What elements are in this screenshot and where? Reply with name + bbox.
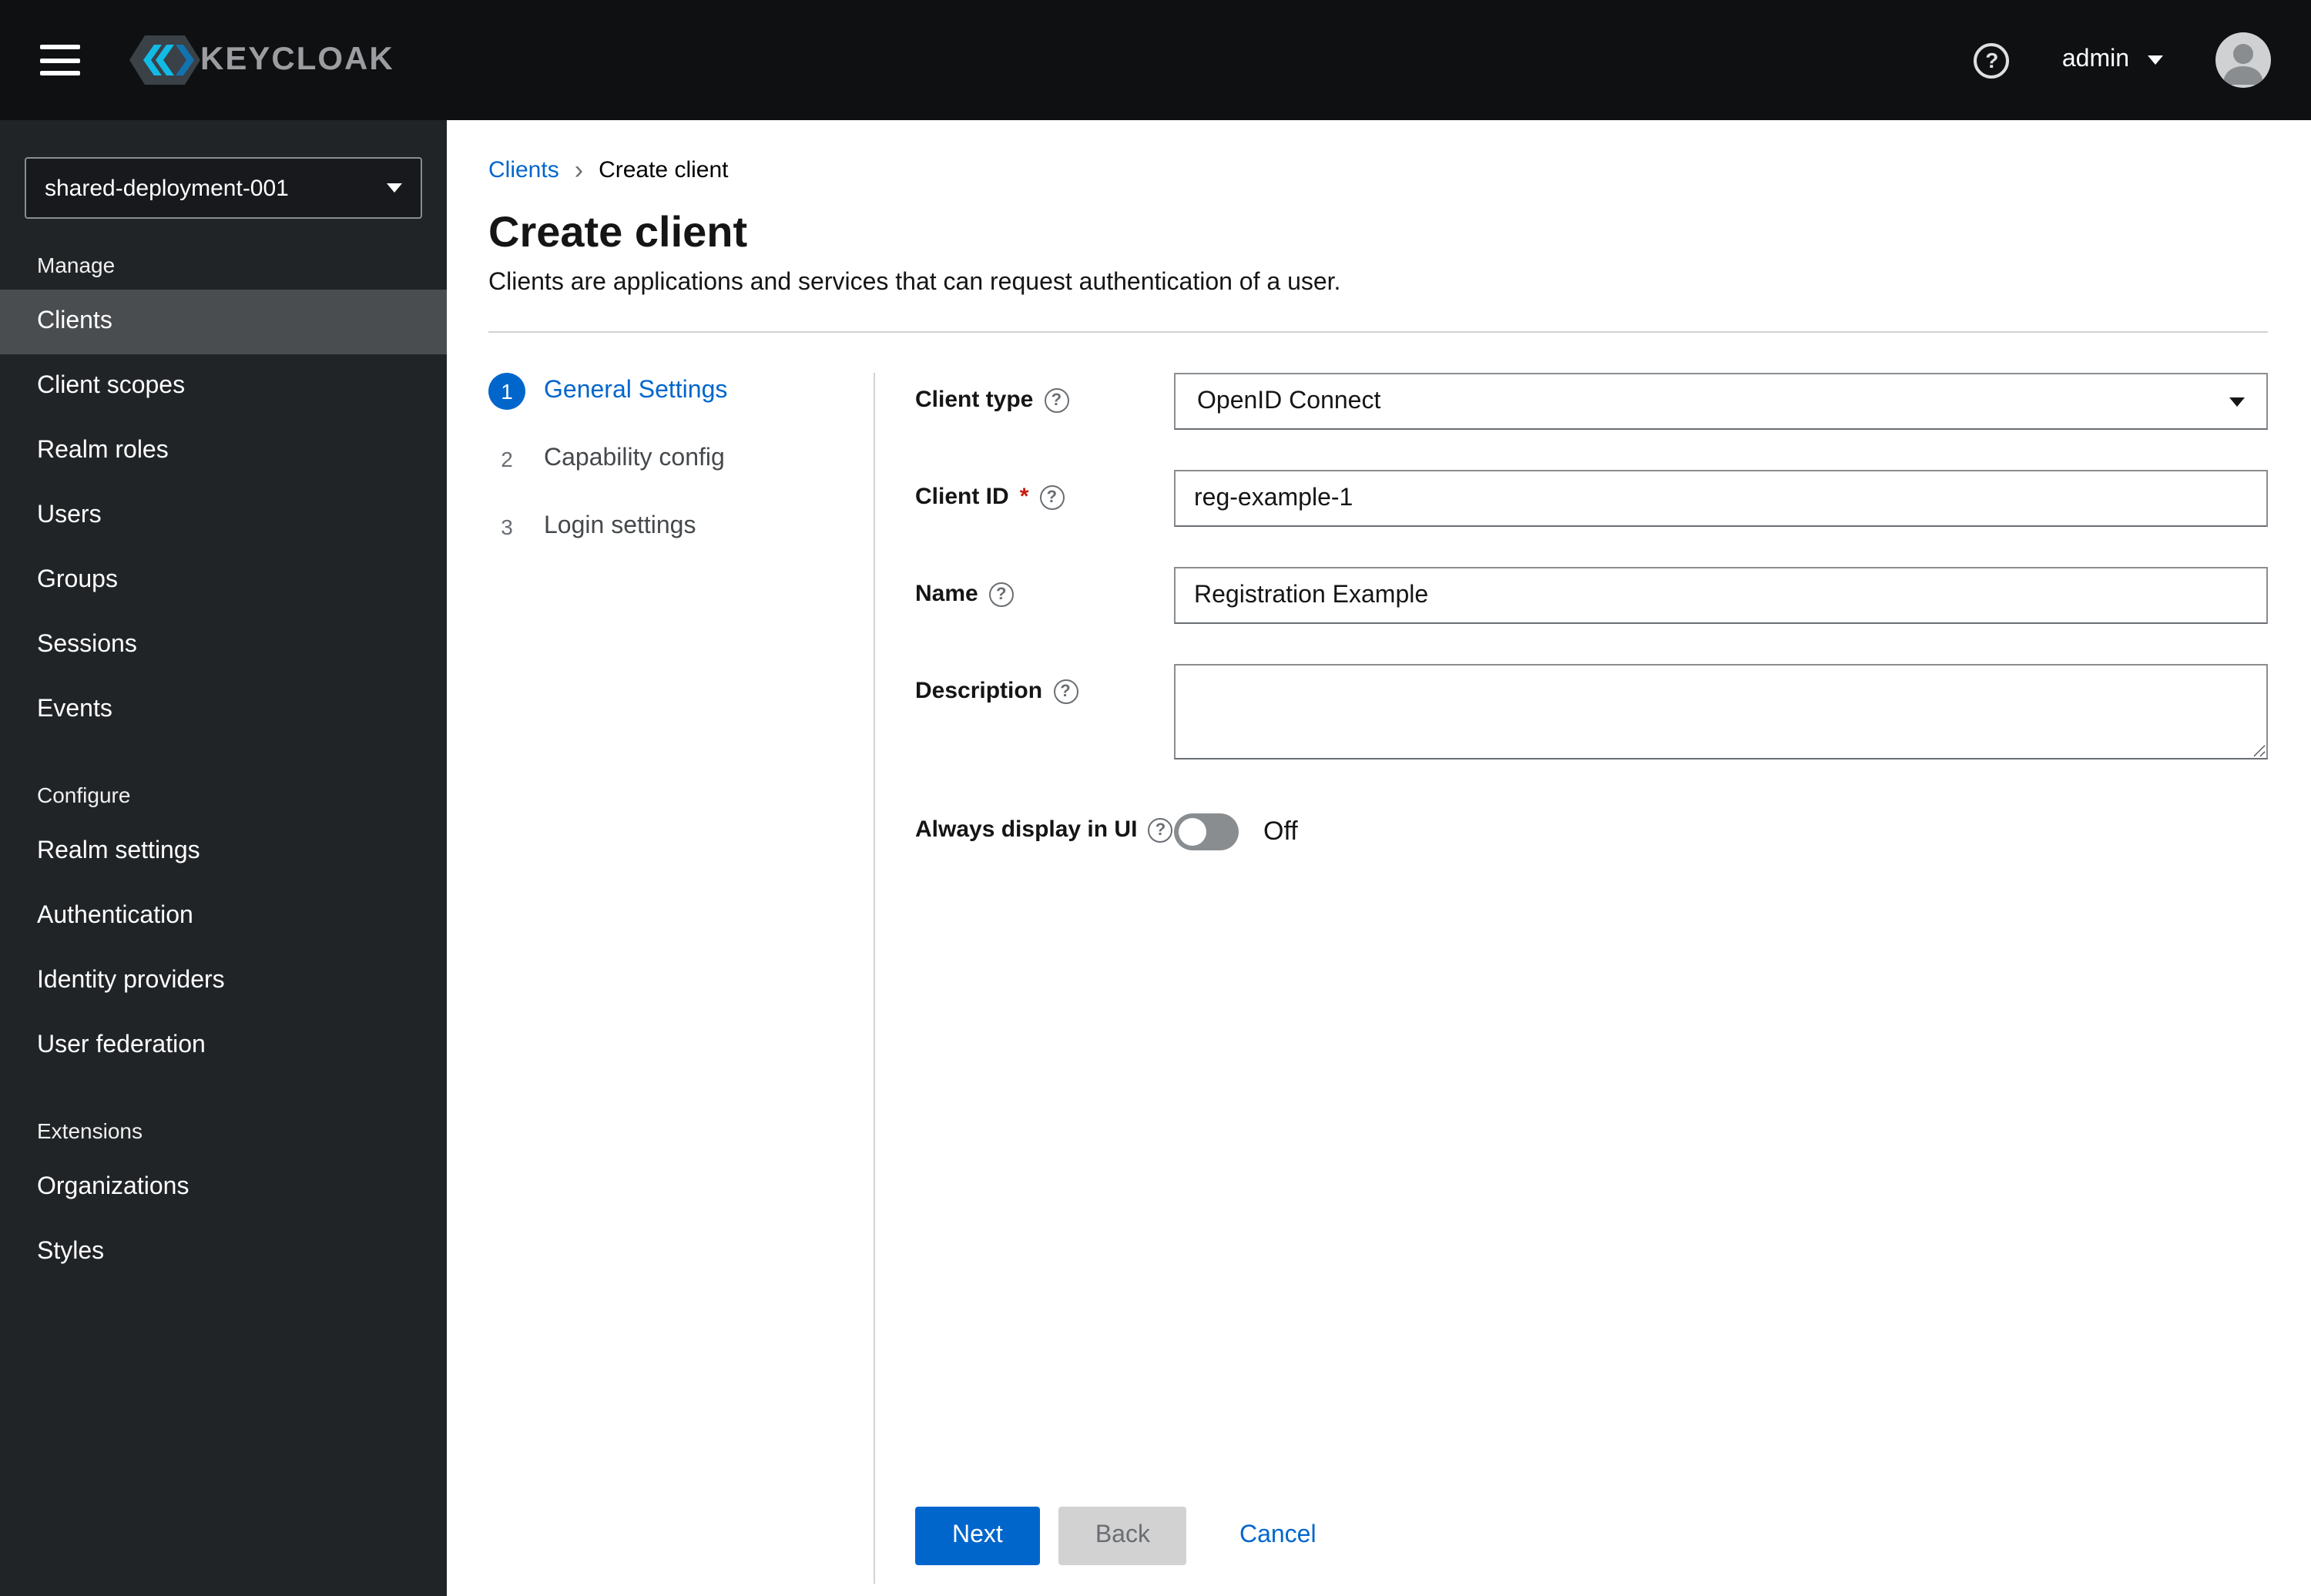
next-button[interactable]: Next: [915, 1507, 1040, 1565]
step-number: 3: [501, 515, 513, 539]
sidebar-item-events[interactable]: Events: [0, 678, 447, 743]
name-input[interactable]: [1174, 567, 2268, 624]
sidebar-item-client-scopes[interactable]: Client scopes: [0, 354, 447, 419]
top-header: KEYCLOAK admin: [0, 0, 2311, 120]
breadcrumb: Clients › Create client: [488, 157, 2268, 183]
wizard-nav: 1 General Settings 2 Capability config 3…: [488, 373, 874, 1596]
label-text: Name: [915, 581, 978, 607]
always-display-label: Always display in UI: [915, 807, 1174, 843]
username: admin: [2061, 46, 2129, 72]
nav-section-title: Extensions: [37, 1118, 143, 1143]
client-id-input[interactable]: [1174, 470, 2268, 527]
name-label: Name: [915, 567, 1174, 607]
toggle-state-label: Off: [1263, 816, 1298, 846]
help-icon[interactable]: [1044, 387, 1069, 412]
always-display-row: Always display in UI Off: [915, 807, 2268, 850]
help-icon[interactable]: [1039, 484, 1065, 509]
menu-toggle-icon[interactable]: [40, 45, 80, 75]
nav-section-title: Manage: [37, 253, 116, 277]
help-icon[interactable]: [1148, 817, 1173, 842]
sidebar: shared-deployment-001 Manage Clients Cli…: [0, 120, 447, 1596]
brand-text: KEYCLOAK: [200, 42, 394, 77]
nav-section-configure: Configure Realm settings Authentication …: [0, 783, 447, 1078]
realm-selector[interactable]: shared-deployment-001: [25, 157, 422, 219]
step-number: 2: [501, 447, 513, 471]
page-title: Create client: [488, 208, 748, 256]
label-text: Client type: [915, 387, 1034, 413]
sidebar-item-sessions[interactable]: Sessions: [0, 613, 447, 678]
keycloak-logo-icon: [129, 35, 200, 85]
client-type-row: Client type OpenID Connect: [915, 373, 2268, 430]
sidebar-item-users[interactable]: Users: [0, 484, 447, 548]
chevron-down-icon: [387, 183, 402, 193]
client-type-value: OpenID Connect: [1197, 387, 1381, 414]
step-number: 1: [488, 373, 525, 410]
client-id-label: Client ID *: [915, 470, 1174, 510]
page-subtitle: Clients are applications and services th…: [488, 270, 1341, 296]
nav-section-manage: Manage Clients Client scopes Realm roles…: [0, 253, 447, 743]
sidebar-item-groups[interactable]: Groups: [0, 548, 447, 613]
label-text: Always display in UI: [915, 816, 1138, 843]
step-label: General Settings: [544, 377, 728, 404]
person-icon: [2223, 44, 2263, 85]
step-label: Capability config: [544, 445, 725, 471]
keycloak-logo: KEYCLOAK: [120, 29, 394, 91]
nav-section-extensions: Extensions Organizations Styles: [0, 1118, 447, 1285]
description-label: Description: [915, 664, 1174, 704]
main-content: Clients › Create client Create client Cl…: [447, 120, 2311, 1596]
wizard-step-general-settings[interactable]: 1 General Settings: [488, 373, 874, 410]
always-display-toggle[interactable]: [1174, 813, 1239, 850]
chevron-down-icon: [2229, 397, 2245, 406]
create-client-form: Client type OpenID Connect Client ID *: [875, 373, 2268, 1596]
avatar[interactable]: [2215, 32, 2271, 88]
description-textarea[interactable]: [1174, 664, 2268, 759]
nav-section-title: Configure: [37, 783, 131, 807]
wizard-step-capability-config[interactable]: 2 Capability config: [488, 441, 874, 478]
sidebar-item-realm-settings[interactable]: Realm settings: [0, 820, 447, 884]
cancel-button[interactable]: Cancel: [1221, 1507, 1335, 1565]
sidebar-item-styles[interactable]: Styles: [0, 1220, 447, 1285]
help-icon[interactable]: [1974, 42, 2010, 78]
sidebar-item-realm-roles[interactable]: Realm roles: [0, 419, 447, 484]
breadcrumb-clients-link[interactable]: Clients: [488, 157, 559, 183]
toggle-knob: [1179, 818, 1206, 846]
sidebar-item-user-federation[interactable]: User federation: [0, 1014, 447, 1078]
form-actions: Next Back Cancel: [915, 1507, 2268, 1596]
breadcrumb-separator-icon: ›: [574, 156, 584, 185]
label-text: Client ID: [915, 484, 1009, 510]
sidebar-item-organizations[interactable]: Organizations: [0, 1155, 447, 1220]
sidebar-item-authentication[interactable]: Authentication: [0, 884, 447, 949]
back-button[interactable]: Back: [1058, 1507, 1187, 1565]
required-asterisk: *: [1019, 484, 1029, 510]
wizard-step-login-settings[interactable]: 3 Login settings: [488, 508, 874, 545]
label-text: Description: [915, 678, 1043, 704]
sidebar-item-identity-providers[interactable]: Identity providers: [0, 949, 447, 1014]
realm-selector-value: shared-deployment-001: [45, 175, 289, 201]
chevron-down-icon: [2148, 55, 2163, 65]
client-type-select[interactable]: OpenID Connect: [1174, 373, 2268, 430]
client-type-label: Client type: [915, 373, 1174, 413]
breadcrumb-current: Create client: [599, 157, 729, 183]
help-icon[interactable]: [988, 582, 1014, 606]
help-icon[interactable]: [1053, 679, 1078, 703]
step-label: Login settings: [544, 513, 696, 539]
client-id-row: Client ID *: [915, 470, 2268, 527]
sidebar-item-clients[interactable]: Clients: [0, 290, 447, 354]
user-menu[interactable]: admin: [2062, 46, 2163, 74]
name-row: Name: [915, 567, 2268, 624]
description-row: Description: [915, 664, 2268, 767]
keycloak-admin-console: KEYCLOAK admin shared-deployment-001 Man…: [0, 0, 2311, 1596]
